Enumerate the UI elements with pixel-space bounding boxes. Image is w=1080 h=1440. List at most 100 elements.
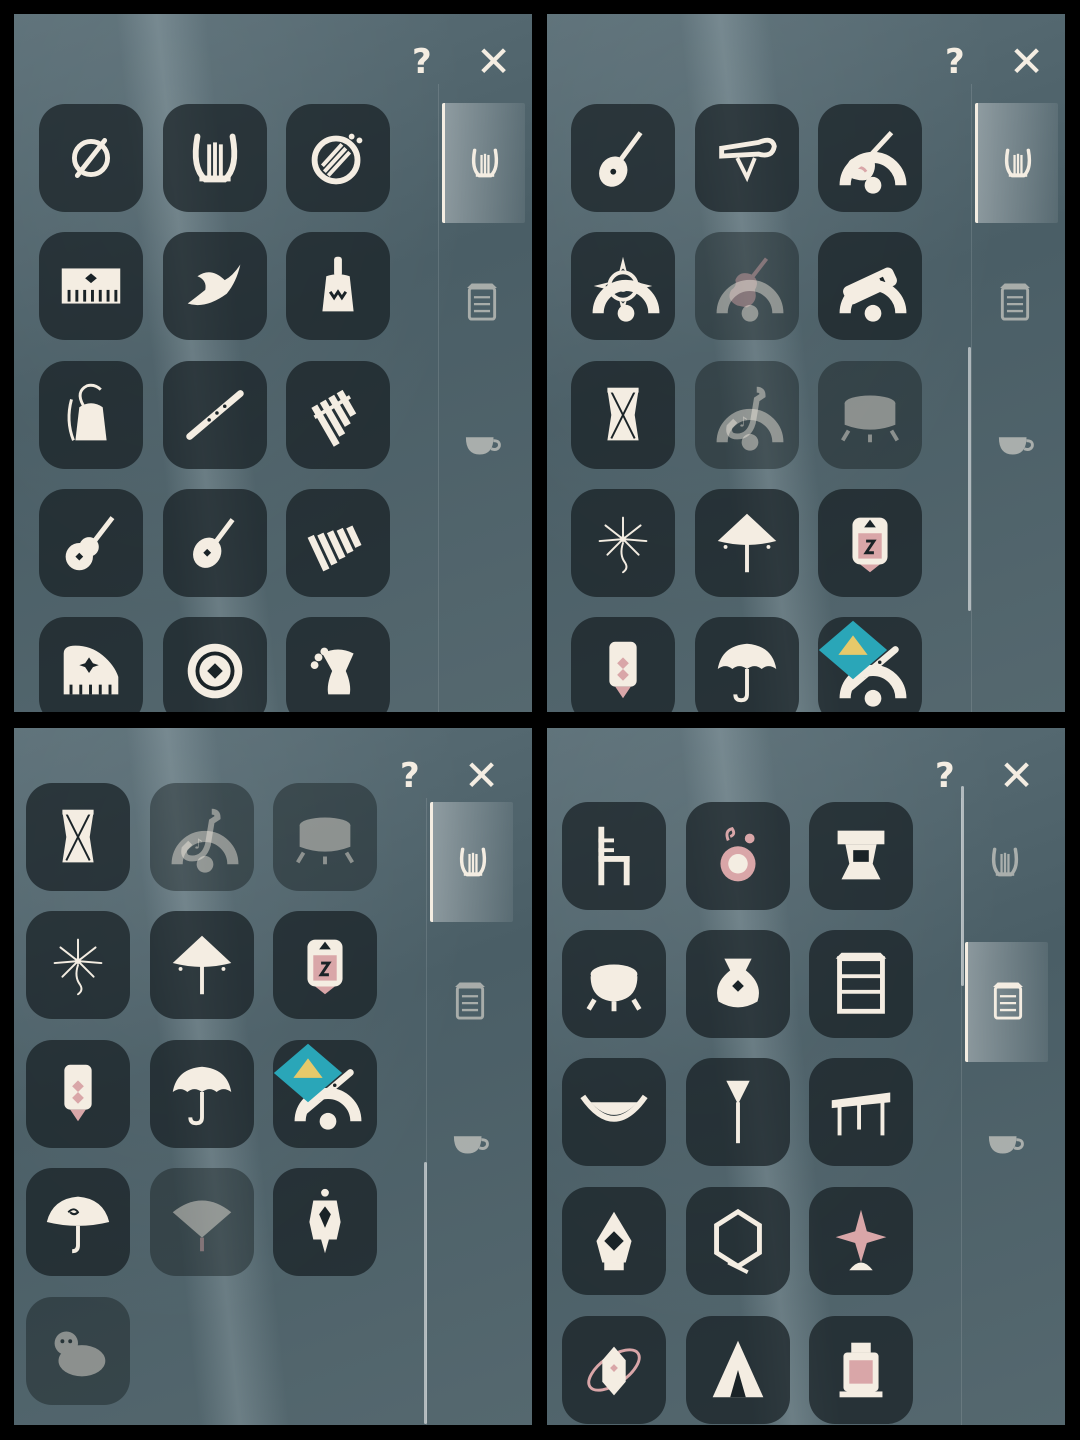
item-slot[interactable]	[571, 361, 675, 469]
item-slot[interactable]	[286, 617, 390, 712]
item-slot[interactable]	[26, 911, 130, 1019]
item-slot[interactable]	[809, 1058, 913, 1166]
item-slot[interactable]	[818, 489, 922, 597]
tab-teacup[interactable]	[965, 1082, 1045, 1202]
help-button[interactable]: ?	[400, 756, 420, 796]
tab-teacup[interactable]	[430, 1082, 510, 1202]
none-icon	[71, 138, 111, 178]
umbrella-icon	[717, 643, 777, 703]
tab-cabinet[interactable]	[975, 243, 1055, 363]
item-slot[interactable]	[26, 1168, 130, 1276]
item-slot[interactable]	[686, 802, 790, 910]
item-slot[interactable]	[150, 1040, 254, 1148]
item-slot[interactable]	[286, 232, 390, 340]
item-slot[interactable]	[286, 361, 390, 469]
item-slot[interactable]	[163, 104, 267, 212]
close-button[interactable]: ✕	[1009, 41, 1044, 83]
lyre-icon	[471, 148, 499, 178]
item-slot[interactable]	[562, 802, 666, 910]
close-button[interactable]: ✕	[464, 755, 499, 797]
close-button[interactable]: ✕	[999, 755, 1034, 797]
item-slot[interactable]	[818, 104, 922, 212]
item-slot[interactable]: ♪	[150, 783, 254, 891]
item-slot[interactable]	[571, 489, 675, 597]
item-slot[interactable]	[686, 1187, 790, 1295]
mandolin-icon	[193, 518, 235, 568]
sidebar-divider	[438, 84, 439, 712]
item-slot[interactable]	[571, 232, 675, 340]
cabinet-icon	[1000, 283, 1030, 321]
straw-hat-umbrella-icon	[172, 935, 232, 995]
item-slot[interactable]	[150, 1168, 254, 1276]
tab-lyre[interactable]	[442, 103, 525, 223]
umbrella-icon	[172, 1066, 232, 1126]
item-slot[interactable]	[562, 1316, 666, 1424]
item-slot[interactable]	[273, 1040, 377, 1148]
item-slot[interactable]	[695, 104, 799, 212]
item-slot[interactable]	[686, 930, 790, 1038]
item-slot[interactable]	[286, 104, 390, 212]
cabinet-icon	[455, 982, 485, 1020]
item-slot[interactable]	[39, 489, 143, 597]
tab-lyre[interactable]	[965, 802, 1045, 922]
item-slot[interactable]	[818, 617, 922, 712]
item-slot[interactable]	[695, 232, 799, 340]
inventory-panel-top-left: ? ✕	[14, 14, 532, 712]
tab-cabinet[interactable]	[430, 942, 510, 1062]
tab-teacup[interactable]	[975, 383, 1055, 503]
item-slot[interactable]	[26, 1297, 130, 1405]
close-button[interactable]: ✕	[476, 41, 511, 83]
item-slot[interactable]	[273, 1168, 377, 1276]
item-slot[interactable]	[39, 232, 143, 340]
item-slot[interactable]	[39, 617, 143, 712]
item-slot[interactable]	[163, 489, 267, 597]
item-slot[interactable]	[562, 1058, 666, 1166]
scrollbar[interactable]	[961, 786, 964, 986]
item-slot[interactable]	[163, 232, 267, 340]
tab-cabinet[interactable]	[442, 243, 522, 363]
scrollbar[interactable]	[424, 1162, 427, 1424]
item-slot[interactable]	[809, 930, 913, 1038]
cabinet-icon	[993, 982, 1023, 1020]
item-slot[interactable]	[163, 361, 267, 469]
item-slot[interactable]	[818, 232, 922, 340]
scrollbar[interactable]	[968, 347, 971, 611]
help-button[interactable]: ?	[935, 756, 955, 796]
item-slot[interactable]	[562, 930, 666, 1038]
item-slot[interactable]: ♪	[695, 361, 799, 469]
item-slot[interactable]	[695, 617, 799, 712]
item-slot[interactable]	[571, 104, 675, 212]
locked-icon	[592, 279, 660, 322]
item-slot[interactable]	[39, 361, 143, 469]
item-slot[interactable]	[809, 1316, 913, 1424]
help-button[interactable]: ?	[945, 42, 965, 82]
item-slot[interactable]	[286, 489, 390, 597]
tab-cabinet[interactable]	[965, 942, 1048, 1062]
item-slot[interactable]	[26, 783, 130, 891]
plush-animal-icon	[54, 1331, 106, 1377]
item-slot[interactable]	[695, 489, 799, 597]
item-slot[interactable]	[686, 1058, 790, 1166]
item-slot[interactable]	[273, 783, 377, 891]
item-slot[interactable]	[273, 911, 377, 1019]
tab-lyre[interactable]	[430, 802, 513, 922]
item-slot[interactable]	[26, 1040, 130, 1148]
sidebar-divider	[971, 84, 972, 712]
tab-teacup[interactable]	[442, 383, 522, 503]
item-slot[interactable]	[562, 1187, 666, 1295]
table-icon	[831, 1092, 891, 1136]
item-slot[interactable]	[163, 617, 267, 712]
item-slot[interactable]	[809, 802, 913, 910]
item-slot[interactable]	[39, 104, 143, 212]
item-slot[interactable]	[686, 1316, 790, 1424]
lantern-box-icon	[307, 939, 343, 995]
straw-hat-umbrella-icon	[717, 513, 777, 573]
item-slot[interactable]	[809, 1187, 913, 1295]
item-slot[interactable]	[571, 617, 675, 712]
item-slot[interactable]	[818, 361, 922, 469]
item-slot[interactable]	[150, 911, 254, 1019]
fan-icon	[172, 1200, 232, 1252]
help-button[interactable]: ?	[412, 42, 432, 82]
handbell-icon	[322, 256, 354, 312]
tab-lyre[interactable]	[975, 103, 1058, 223]
